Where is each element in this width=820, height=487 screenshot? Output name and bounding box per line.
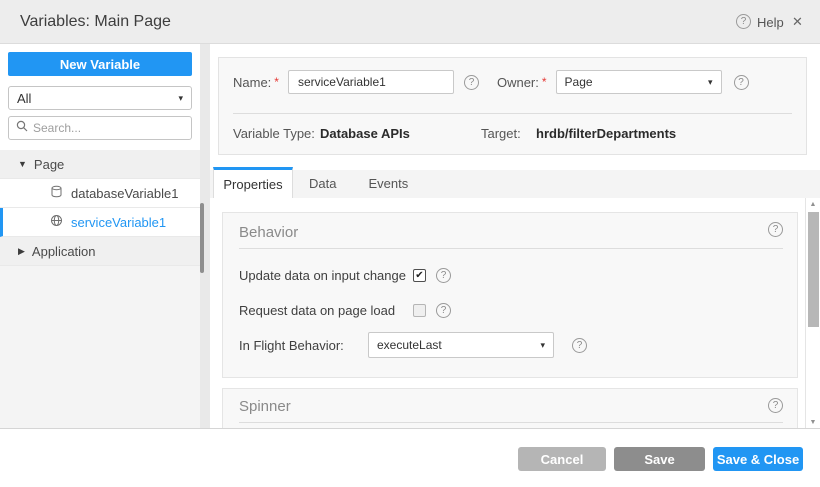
scroll-down-icon[interactable]: ▼ (806, 419, 820, 426)
properties-scrollbar: ▲ ▼ (805, 198, 820, 429)
in-flight-value: executeLast (377, 338, 442, 352)
variables-tree: ▼ Page databaseVariable1 serviceVariable… (0, 150, 200, 266)
tree-item-label: serviceVariable1 (71, 215, 166, 230)
tree-group-page[interactable]: ▼ Page (0, 150, 200, 179)
behavior-section: Behavior ? Update data on input change ✔… (222, 212, 798, 378)
name-help-icon[interactable]: ? (464, 75, 479, 90)
help-icon[interactable]: ? (736, 14, 751, 29)
variable-detail-panel: Name: * ? Owner: * Page ▾ ? Variable Typ… (210, 44, 820, 429)
check-icon: ✔ (415, 270, 423, 281)
search-icon (16, 119, 28, 137)
name-owner-row: Name: * ? Owner: * Page ▾ ? (233, 69, 749, 95)
spinner-section: Spinner ? (222, 388, 798, 429)
help-link[interactable]: Help (757, 15, 784, 30)
tab-properties[interactable]: Properties (213, 167, 293, 198)
tree-item-databaseVariable1[interactable]: databaseVariable1 (0, 179, 200, 208)
variables-sidebar: New Variable All ▾ ▼ Page databaseVariab… (0, 44, 200, 429)
update-data-help-icon[interactable]: ? (436, 268, 451, 283)
variable-type-value: Database APIs (320, 126, 410, 141)
page-title: Variables: Main Page (20, 0, 171, 44)
section-divider (239, 422, 783, 423)
variable-filter-dropdown[interactable]: All ▾ (8, 86, 192, 110)
in-flight-dropdown[interactable]: executeLast ▾ (368, 332, 554, 358)
update-data-label: Update data on input change (239, 268, 413, 283)
tree-item-label: databaseVariable1 (71, 186, 178, 201)
dialog-header: Variables: Main Page ? Help ✕ (0, 0, 820, 44)
name-label: Name: (233, 75, 271, 90)
request-data-help-icon[interactable]: ? (436, 303, 451, 318)
variables-dialog: Variables: Main Page ? Help ✕ New Variab… (0, 0, 820, 487)
sidebar-scrollbar-thumb[interactable] (200, 203, 204, 273)
tree-group-application[interactable]: ▶ Application (0, 237, 200, 266)
tab-data[interactable]: Data (293, 170, 352, 198)
variable-summary-box: Name: * ? Owner: * Page ▾ ? Variable Typ… (218, 57, 807, 155)
properties-scrollbar-thumb[interactable] (808, 212, 819, 327)
in-flight-label: In Flight Behavior: (239, 338, 368, 353)
search-box (8, 116, 192, 140)
spinner-section-title: Spinner (239, 398, 291, 415)
request-data-label: Request data on page load (239, 303, 413, 318)
required-marker: * (542, 75, 547, 89)
tab-events[interactable]: Events (352, 170, 424, 198)
form-divider (233, 113, 792, 114)
variable-filter-value: All (17, 91, 31, 106)
update-data-checkbox[interactable]: ✔ (413, 269, 426, 282)
behavior-section-title: Behavior (239, 224, 298, 241)
behavior-help-icon[interactable]: ? (768, 222, 783, 237)
spinner-help-icon[interactable]: ? (768, 398, 783, 413)
in-flight-row: In Flight Behavior: executeLast ▾ ? (239, 332, 587, 358)
chevron-down-icon: ▾ (178, 93, 183, 104)
new-variable-button[interactable]: New Variable (8, 52, 192, 76)
update-data-row: Update data on input change ✔ ? (239, 268, 451, 283)
search-input[interactable] (33, 121, 173, 135)
owner-value: Page (565, 75, 593, 89)
close-icon[interactable]: ✕ (792, 14, 803, 30)
cancel-button[interactable]: Cancel (518, 447, 606, 471)
tree-group-label: Page (34, 157, 64, 172)
owner-dropdown[interactable]: Page ▾ (556, 70, 722, 94)
request-data-checkbox[interactable]: ✔ (413, 304, 426, 317)
chevron-down-icon: ▾ (708, 77, 713, 88)
save-and-close-button[interactable]: Save & Close (713, 447, 803, 471)
variable-type-label: Variable Type: (233, 126, 315, 141)
service-variable-globe-icon (50, 214, 63, 230)
in-flight-help-icon[interactable]: ? (572, 338, 587, 353)
required-marker: * (274, 75, 279, 89)
request-data-row: Request data on page load ✔ ? (239, 303, 451, 318)
chevron-down-icon: ▾ (540, 340, 545, 351)
database-variable-icon (50, 185, 63, 201)
triangle-down-icon: ▼ (18, 159, 27, 169)
dialog-footer: Cancel Save Save & Close (0, 430, 820, 487)
scroll-up-icon[interactable]: ▲ (806, 201, 820, 208)
section-divider (239, 248, 783, 249)
detail-tabs: Properties Data Events (210, 170, 820, 198)
save-button[interactable]: Save (614, 447, 705, 471)
owner-label: Owner: (497, 75, 539, 90)
tree-group-label: Application (32, 244, 96, 259)
tree-item-serviceVariable1[interactable]: serviceVariable1 (0, 208, 200, 237)
target-label: Target: (481, 126, 521, 141)
owner-help-icon[interactable]: ? (734, 75, 749, 90)
name-input[interactable] (288, 70, 454, 94)
target-value: hrdb/filterDepartments (536, 126, 676, 141)
tree-empty-area (0, 266, 200, 429)
triangle-right-icon: ▶ (18, 246, 25, 257)
